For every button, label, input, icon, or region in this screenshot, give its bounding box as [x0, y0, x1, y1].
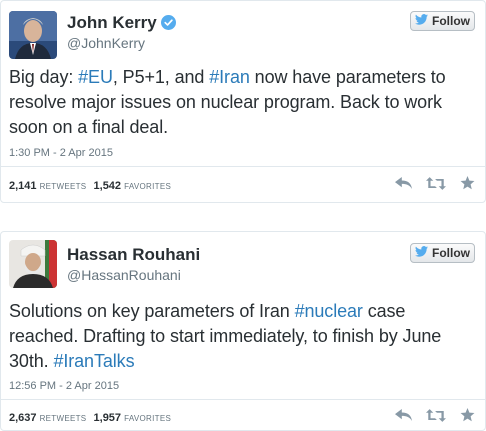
follow-label: Follow	[432, 14, 470, 28]
display-name[interactable]: John Kerry	[67, 13, 176, 35]
reply-icon[interactable]	[395, 177, 412, 189]
retweet-count[interactable]: 2,637	[9, 412, 37, 424]
retweet-icon[interactable]	[426, 408, 446, 422]
hashtag-link[interactable]: #EU	[78, 67, 113, 87]
tweet-text: Solutions on key parameters of Iran #nuc…	[9, 299, 479, 374]
tweet-card-rouhani: Hassan Rouhani @HassanRouhani Follow Sol…	[0, 231, 486, 431]
tweet-card-kerry: John Kerry @JohnKerry Follow Big day: #E…	[0, 0, 486, 203]
follow-label: Follow	[432, 246, 470, 260]
display-name-text[interactable]: John Kerry	[67, 13, 157, 32]
hashtag-link[interactable]: #nuclear	[295, 301, 363, 321]
avatar[interactable]	[9, 11, 57, 59]
handle[interactable]: @HassanRouhani	[67, 267, 181, 283]
retweet-label[interactable]: RETWEETS	[40, 414, 87, 423]
verified-badge-icon	[160, 15, 176, 35]
text-segment: , P5+1, and	[112, 67, 210, 87]
tweet-stats: 2,637 RETWEETS 1,957 FAVORITES	[9, 412, 175, 424]
timestamp[interactable]: 12:56 PM - 2 Apr 2015	[9, 380, 119, 392]
favorite-label[interactable]: FAVORITES	[124, 414, 171, 423]
follow-button[interactable]: Follow	[410, 243, 475, 263]
tweet-actions	[395, 176, 475, 190]
twitter-bird-icon	[415, 246, 428, 260]
text-segment: Big day:	[9, 67, 79, 87]
retweet-count[interactable]: 2,141	[9, 180, 37, 192]
hashtag-link[interactable]: #IranTalks	[53, 351, 134, 371]
favorite-count[interactable]: 1,542	[94, 180, 122, 192]
avatar[interactable]	[9, 240, 57, 288]
tweet-actions	[395, 408, 475, 422]
favorite-count[interactable]: 1,957	[94, 412, 122, 424]
favorite-label[interactable]: FAVORITES	[124, 182, 171, 191]
follow-button[interactable]: Follow	[410, 11, 475, 31]
star-icon[interactable]	[460, 176, 475, 190]
display-name[interactable]: Hassan Rouhani	[67, 245, 200, 265]
star-icon[interactable]	[460, 408, 475, 422]
twitter-bird-icon	[415, 14, 428, 28]
retweet-label[interactable]: RETWEETS	[40, 182, 87, 191]
handle[interactable]: @JohnKerry	[67, 35, 145, 51]
reply-icon[interactable]	[395, 409, 412, 421]
hashtag-link[interactable]: #Iran	[209, 67, 250, 87]
divider	[1, 166, 485, 167]
timestamp[interactable]: 1:30 PM - 2 Apr 2015	[9, 147, 113, 159]
tweet-stats: 2,141 RETWEETS 1,542 FAVORITES	[9, 180, 175, 192]
retweet-icon[interactable]	[426, 176, 446, 190]
divider	[1, 399, 485, 400]
tweet-text: Big day: #EU, P5+1, and #Iran now have p…	[9, 65, 479, 140]
text-segment: Solutions on key parameters of Iran	[9, 301, 295, 321]
